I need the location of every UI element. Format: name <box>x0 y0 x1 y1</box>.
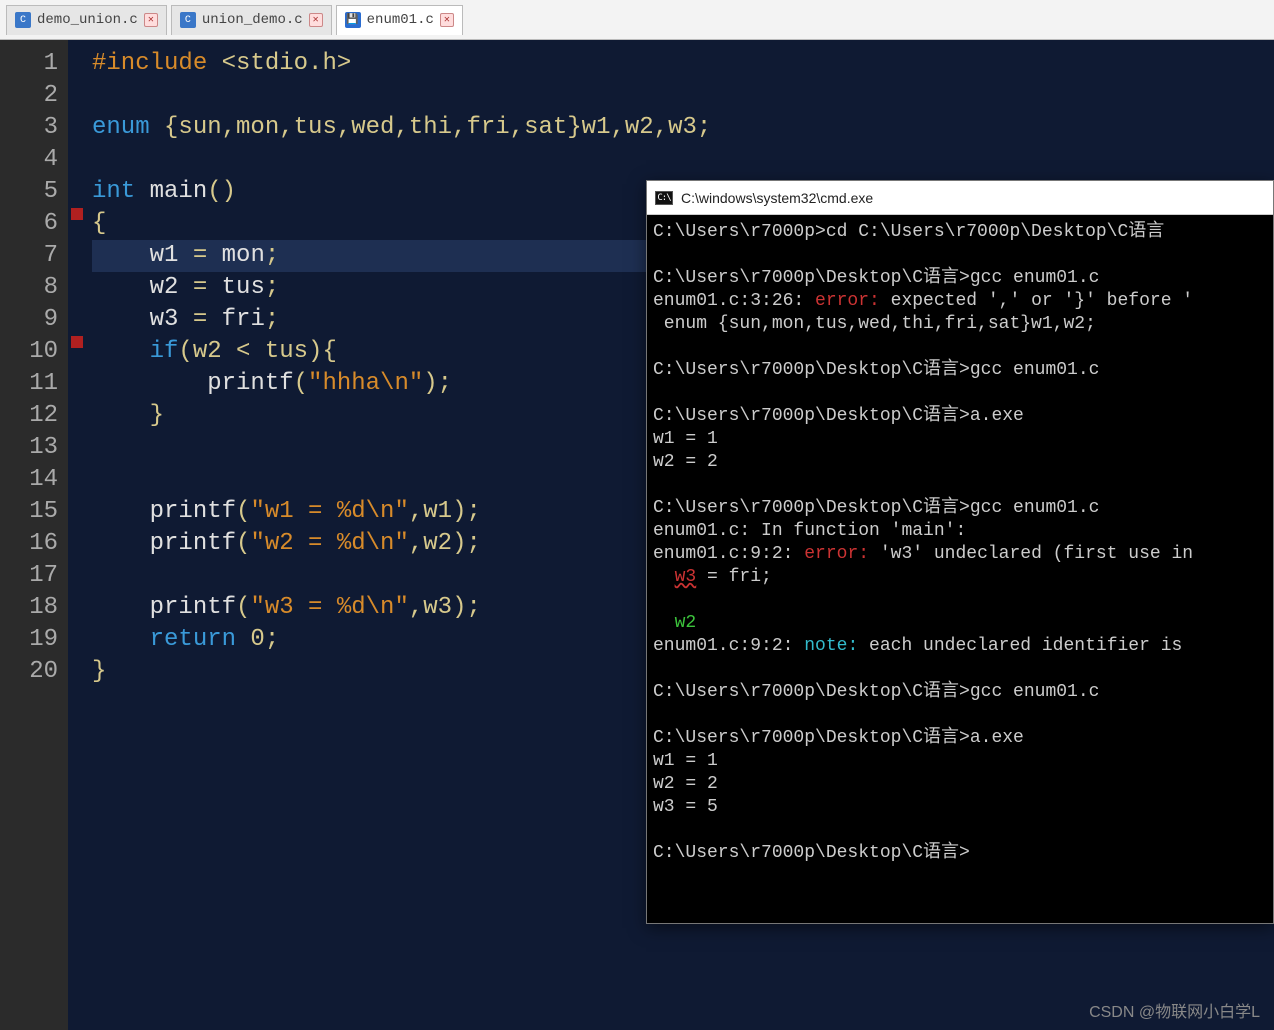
cmd-window[interactable]: C:\ C:\windows\system32\cmd.exe C:\Users… <box>646 180 1274 924</box>
tab-bar: C demo_union.c ✕ C union_demo.c ✕ 💾 enum… <box>0 0 1274 40</box>
cmd-icon: C:\ <box>655 191 673 205</box>
tab-label: enum01.c <box>367 12 434 28</box>
line-number-gutter: 1234567891011121314151617181920 <box>0 40 68 1030</box>
close-icon[interactable]: ✕ <box>144 13 158 27</box>
tab-union-demo[interactable]: C union_demo.c ✕ <box>171 5 332 35</box>
file-icon: C <box>180 12 196 28</box>
tab-label: union_demo.c <box>202 12 303 28</box>
close-icon[interactable]: ✕ <box>440 13 454 27</box>
tab-enum01[interactable]: 💾 enum01.c ✕ <box>336 5 463 35</box>
tab-label: demo_union.c <box>37 12 138 28</box>
file-icon: C <box>15 12 31 28</box>
tab-demo-union[interactable]: C demo_union.c ✕ <box>6 5 167 35</box>
cmd-output[interactable]: C:\Users\r7000p>cd C:\Users\r7000p\Deskt… <box>647 215 1273 923</box>
fold-marker[interactable] <box>71 336 83 348</box>
cmd-titlebar[interactable]: C:\ C:\windows\system32\cmd.exe <box>647 181 1273 215</box>
fold-marker[interactable] <box>71 208 83 220</box>
close-icon[interactable]: ✕ <box>309 13 323 27</box>
cmd-title-text: C:\windows\system32\cmd.exe <box>681 190 873 206</box>
save-icon: 💾 <box>345 12 361 28</box>
watermark: CSDN @物联网小白学L <box>1089 998 1260 1022</box>
fold-column <box>68 40 86 1030</box>
